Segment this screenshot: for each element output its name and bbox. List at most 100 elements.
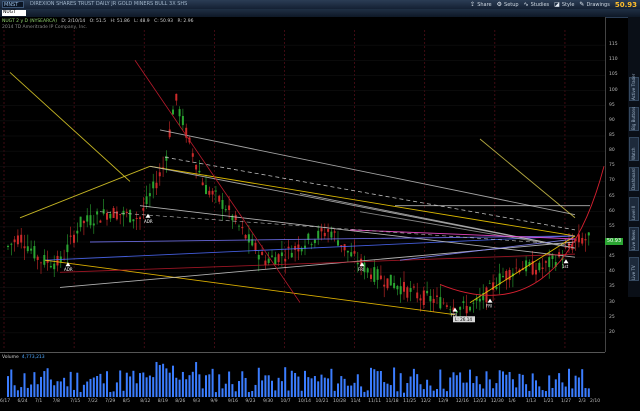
volume-bar (337, 383, 339, 397)
side-tab[interactable]: Watch (629, 137, 639, 161)
volume-bar (340, 376, 343, 397)
candle-body (247, 234, 250, 243)
volume-bar (541, 390, 544, 397)
candle-body (426, 290, 429, 294)
time-tick-label: 1/13 (525, 399, 536, 404)
volume-bar (561, 382, 564, 397)
candle-body (267, 258, 270, 263)
studies-icon: ∿ (523, 1, 529, 8)
volume-bar (63, 377, 66, 397)
volume-bar (211, 368, 214, 397)
volume-bar (119, 370, 122, 397)
volume-bar (399, 373, 402, 397)
studies-button[interactable]: ∿ Studies (524, 1, 550, 8)
volume-bar (254, 384, 257, 397)
low-annotation: L: 26.14 (455, 317, 472, 322)
candle-body (459, 306, 462, 310)
candle-body (152, 181, 155, 189)
side-tab[interactable]: Big Buttons (629, 107, 639, 131)
volume-bar (287, 390, 290, 397)
volume-bar (152, 377, 155, 397)
quote-low: L: 48.9 (134, 19, 150, 24)
candle-body (261, 251, 264, 255)
volume-bar (224, 383, 227, 397)
volume-bar (53, 385, 56, 397)
price-axis[interactable]: 2025303540455055606570758085909510010511… (605, 17, 629, 352)
candle-body (96, 211, 99, 215)
candle-body (254, 242, 257, 252)
price-tick-label: 85 (609, 133, 615, 138)
candle-body (541, 267, 544, 269)
candle-body (145, 196, 148, 205)
volume-bar (46, 368, 49, 397)
volume-bar (218, 374, 221, 397)
side-tab[interactable]: Live TV (629, 257, 639, 281)
candle-body (66, 244, 69, 253)
volume-bar (214, 392, 217, 397)
candle-body (132, 219, 135, 222)
volume-bar (195, 362, 198, 397)
setup-button[interactable]: ⚙ Setup (497, 1, 519, 8)
time-tick-label: 2/3 (578, 399, 586, 404)
price-tick-label: 115 (609, 42, 618, 48)
volume-bar (574, 375, 577, 397)
volume-bar (548, 375, 551, 397)
drawings-button[interactable]: ✎ Drawings (579, 1, 609, 8)
candle-body (462, 301, 465, 303)
candle-body (333, 231, 336, 233)
last-price: 50.93 (614, 0, 637, 9)
side-tab[interactable]: Live News (629, 227, 639, 251)
volume-bar (445, 391, 448, 397)
candle-body (548, 257, 551, 268)
volume-bar (175, 377, 178, 397)
quote-open: O: 51.5 (89, 19, 107, 24)
candle-body (175, 93, 178, 101)
candle-body (386, 278, 389, 289)
share-button[interactable]: ⇪ Share (470, 1, 491, 8)
volume-bar (106, 371, 108, 397)
volume-bar (251, 390, 254, 397)
side-tab-label: Live News (631, 229, 636, 250)
volume-bar (485, 371, 488, 397)
symbol-input[interactable]: NUGT (2, 10, 26, 16)
candle-body (109, 213, 112, 219)
time-tick-label: 9/23 (245, 399, 256, 404)
candle-body (327, 229, 330, 232)
volume-bar (370, 367, 372, 397)
volume-bar (317, 381, 320, 397)
candle-body (125, 211, 128, 213)
volume-bar (551, 388, 554, 397)
style-button[interactable]: ◪ Style (554, 1, 574, 8)
candle-body (389, 274, 392, 286)
side-tab[interactable]: Dashboard (629, 167, 639, 191)
volume-panel[interactable]: Volume 4,773,213 (0, 352, 605, 399)
candle-body (115, 211, 118, 220)
volume-bar (568, 368, 570, 397)
candle-body (290, 252, 293, 258)
candle-body (403, 281, 405, 292)
candle-body (86, 215, 89, 222)
volume-bar (7, 376, 9, 397)
volume-bar (122, 390, 125, 397)
side-tab[interactable]: Active Trader (629, 74, 639, 101)
time-axis[interactable]: 6/17 6/24 7/1 7/8 7/15 7/22 7/29 8/5 8/12 8/19 8/2… (0, 398, 605, 411)
volume-bar (313, 376, 316, 397)
volume-bar (145, 377, 148, 397)
candle-body (538, 262, 541, 271)
candle-body (412, 286, 415, 288)
candle-body (442, 302, 445, 304)
volume-bar (505, 374, 508, 397)
volume-bar (521, 374, 524, 397)
side-tab[interactable]: Level II (629, 197, 639, 221)
volume-bar (148, 375, 151, 397)
volume-bar (244, 377, 247, 397)
price-chart[interactable]: ADRADRFRIFRI1stFRIL: 26.14 (0, 17, 605, 352)
volume-bar (102, 383, 105, 397)
volume-bar (280, 381, 283, 397)
symbol-box[interactable]: MNST (2, 1, 24, 8)
price-tick-label: 55 (609, 223, 615, 229)
candle-body (396, 285, 399, 290)
volume-bar (515, 387, 518, 397)
volume-bar (475, 376, 478, 397)
volume-bar (257, 367, 260, 397)
